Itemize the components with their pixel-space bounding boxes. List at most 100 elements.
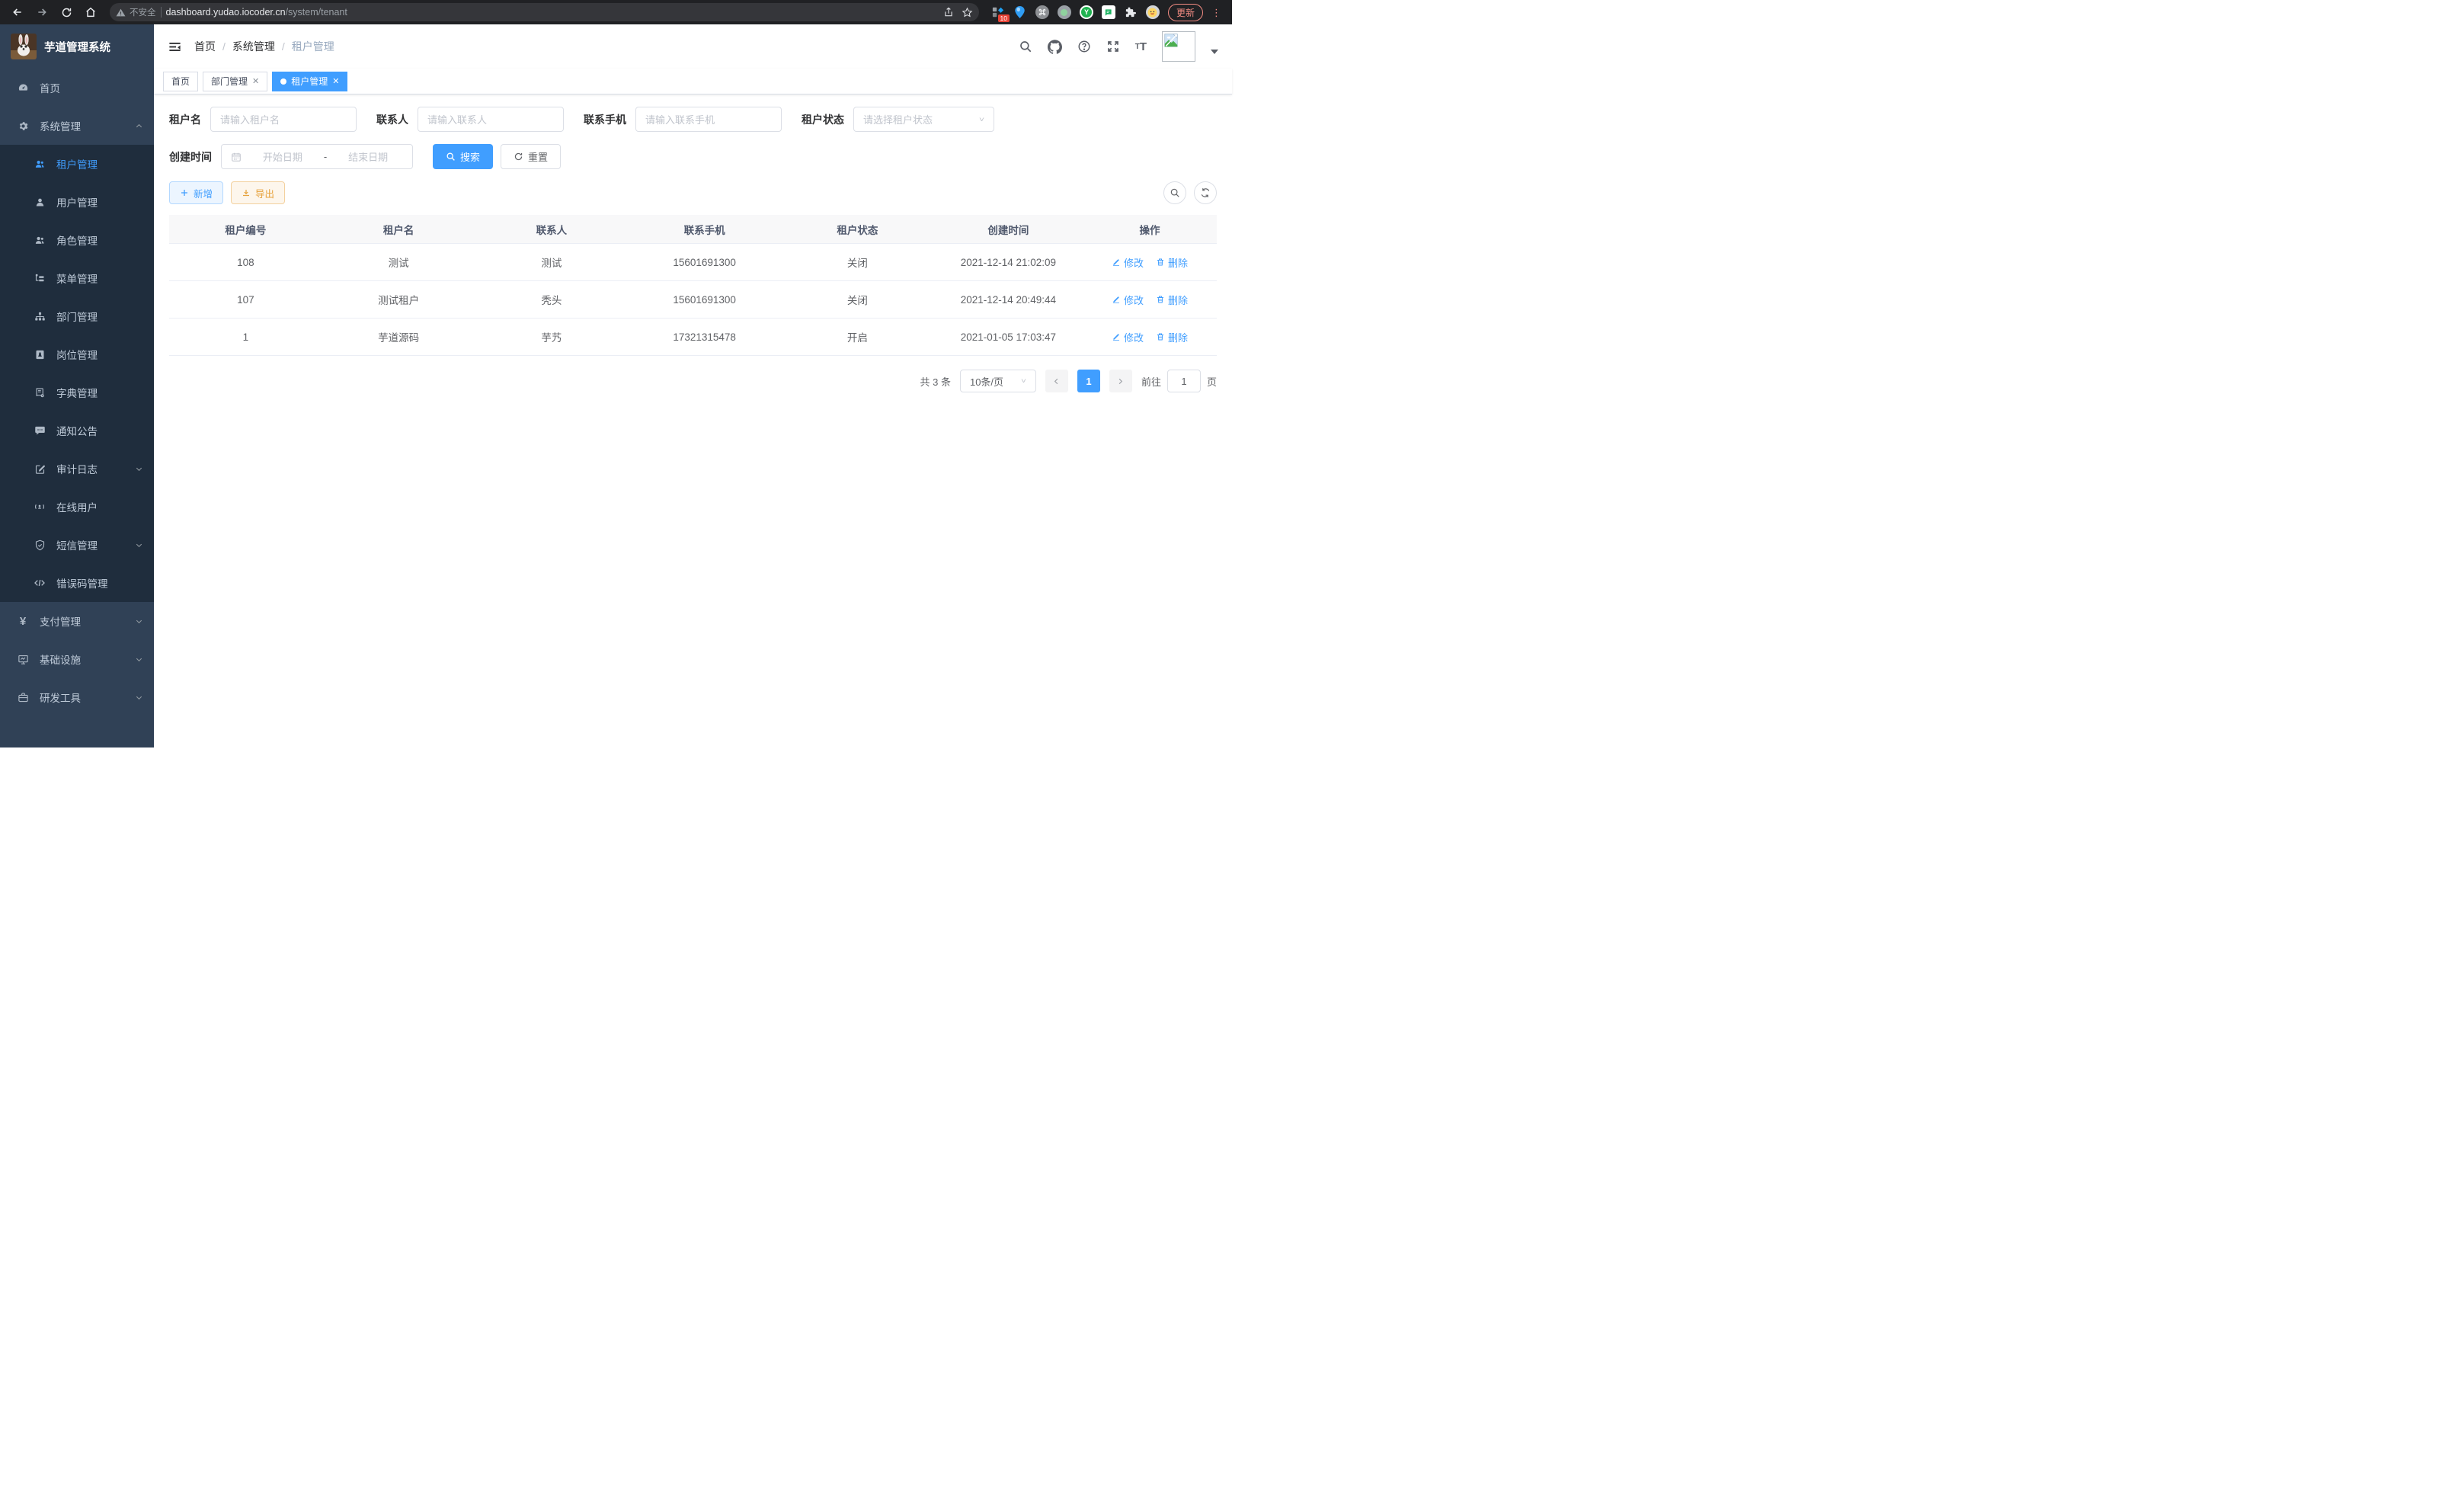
sidebar-item-notice[interactable]: 通知公告 bbox=[0, 411, 154, 450]
profile-avatar-icon[interactable] bbox=[1146, 5, 1160, 19]
command-extension-icon[interactable] bbox=[1035, 5, 1049, 19]
goto-page-input[interactable]: 1 bbox=[1167, 370, 1201, 392]
delete-link[interactable]: 删除 bbox=[1156, 255, 1188, 270]
recorder-extension-icon[interactable] bbox=[1058, 5, 1071, 19]
fullscreen-icon[interactable] bbox=[1106, 40, 1120, 53]
export-button[interactable]: 导出 bbox=[231, 181, 285, 204]
breadcrumb-separator: / bbox=[222, 40, 226, 53]
browser-menu-icon[interactable]: ⋮ bbox=[1211, 8, 1221, 18]
tab-tenant[interactable]: 租户管理✕ bbox=[272, 72, 347, 91]
bookmark-star-icon[interactable] bbox=[962, 7, 973, 18]
tab-dept[interactable]: 部门管理✕ bbox=[203, 72, 267, 91]
prev-page-button[interactable] bbox=[1045, 370, 1068, 392]
home-icon bbox=[85, 6, 97, 18]
search-button[interactable]: 搜索 bbox=[433, 144, 493, 169]
date-separator: - bbox=[324, 151, 327, 162]
sidebar-item-sms[interactable]: 短信管理 bbox=[0, 526, 154, 564]
chevron-down-icon bbox=[135, 617, 143, 626]
pin-extension-icon[interactable] bbox=[1013, 5, 1027, 19]
sidebar-item-dict[interactable]: 字典管理 bbox=[0, 373, 154, 411]
yudao-extension-icon[interactable]: Y bbox=[1080, 5, 1093, 19]
close-icon[interactable]: ✕ bbox=[332, 76, 339, 86]
sidebar-item-payment[interactable]: ¥ 支付管理 bbox=[0, 602, 154, 640]
edit-icon bbox=[1112, 295, 1121, 304]
sidebar-item-user[interactable]: 用户管理 bbox=[0, 183, 154, 221]
filter-contact: 联系人 请输入联系人 bbox=[376, 107, 564, 132]
avatar-dropdown-caret[interactable] bbox=[1211, 50, 1218, 54]
edit-link[interactable]: 修改 bbox=[1112, 255, 1144, 270]
edit-icon bbox=[1112, 258, 1121, 267]
user-avatar[interactable] bbox=[1162, 31, 1195, 62]
contact-input[interactable]: 请输入联系人 bbox=[418, 107, 564, 132]
browser-home-button[interactable] bbox=[81, 2, 101, 22]
tenant-name-input[interactable]: 请输入租户名 bbox=[210, 107, 357, 132]
sidebar-item-system[interactable]: 系统管理 bbox=[0, 107, 154, 145]
download-icon bbox=[242, 188, 251, 197]
delete-link[interactable]: 删除 bbox=[1156, 293, 1188, 307]
toggle-search-button[interactable] bbox=[1163, 181, 1186, 204]
next-page-button[interactable] bbox=[1109, 370, 1132, 392]
status-text: 开启 bbox=[781, 329, 934, 344]
filter-row-2: 创建时间 开始日期 - 结束日期 搜索 重置 bbox=[169, 144, 1217, 169]
sidebar-item-online-users[interactable]: 在线用户 bbox=[0, 488, 154, 526]
breadcrumb-home[interactable]: 首页 bbox=[194, 39, 216, 54]
sidebar-item-infrastructure[interactable]: 基础设施 bbox=[0, 640, 154, 678]
help-icon[interactable] bbox=[1077, 40, 1091, 53]
share-icon[interactable] bbox=[943, 7, 954, 18]
github-icon[interactable] bbox=[1048, 40, 1062, 54]
dashboard-icon bbox=[17, 82, 29, 94]
app-logo-row[interactable]: 芋道管理系统 bbox=[0, 24, 154, 69]
browser-reload-button[interactable] bbox=[56, 2, 76, 22]
url-bar[interactable]: 不安全 dashboard.yudao.iocoder.cn/system/te… bbox=[110, 3, 979, 21]
omnibox-divider bbox=[161, 7, 162, 18]
trash-icon bbox=[1156, 258, 1165, 267]
filter-row-1: 租户名 请输入租户名 联系人 请输入联系人 联系手机 请输入联系手机 租户状态 … bbox=[169, 107, 1217, 132]
chat-extension-icon[interactable] bbox=[1102, 5, 1115, 19]
tree-menu-icon bbox=[34, 272, 46, 284]
sidebar-item-post[interactable]: 岗位管理 bbox=[0, 335, 154, 373]
add-button[interactable]: 新增 bbox=[169, 181, 223, 204]
status-select[interactable]: 请选择租户状态˅ bbox=[853, 107, 994, 132]
page-number-button[interactable]: 1 bbox=[1077, 370, 1100, 392]
header-search-icon[interactable] bbox=[1019, 40, 1032, 53]
sidebar-item-audit-log[interactable]: 审计日志 bbox=[0, 450, 154, 488]
goto-label: 前往 bbox=[1141, 374, 1161, 389]
sidebar-item-role[interactable]: 角色管理 bbox=[0, 221, 154, 259]
tab-home[interactable]: 首页 bbox=[163, 72, 198, 91]
table-row[interactable]: 1 芋道源码 芋艿 17321315478 开启 2021-01-05 17:0… bbox=[169, 319, 1217, 356]
font-size-icon[interactable]: TT bbox=[1135, 40, 1147, 53]
sidebar-collapse-button[interactable] bbox=[168, 40, 182, 54]
sidebar-item-error-code[interactable]: 错误码管理 bbox=[0, 564, 154, 602]
edit-link[interactable]: 修改 bbox=[1112, 330, 1144, 344]
security-indicator[interactable]: 不安全 bbox=[116, 6, 156, 18]
extension-badge: 10 bbox=[998, 14, 1010, 23]
sidebar-item-menu[interactable]: 菜单管理 bbox=[0, 259, 154, 297]
chevron-down-icon bbox=[135, 655, 143, 664]
tab-manager-extension-icon[interactable]: 10 bbox=[991, 5, 1005, 19]
edit-link[interactable]: 修改 bbox=[1112, 293, 1144, 307]
sidebar-item-dev-tools[interactable]: 研发工具 bbox=[0, 678, 154, 716]
sidebar-item-dept[interactable]: 部门管理 bbox=[0, 297, 154, 335]
sidebar-item-tenant[interactable]: 租户管理 bbox=[0, 145, 154, 183]
breadcrumb-system[interactable]: 系统管理 bbox=[232, 39, 275, 54]
search-icon bbox=[446, 152, 456, 162]
active-tab-dot bbox=[280, 78, 286, 85]
date-end-placeholder: 结束日期 bbox=[333, 149, 403, 164]
breadcrumb-current: 租户管理 bbox=[292, 39, 334, 54]
table-row[interactable]: 107 测试租户 秃头 15601691300 关闭 2021-12-14 20… bbox=[169, 281, 1217, 319]
page-size-select[interactable]: 10条/页˅ bbox=[960, 370, 1036, 392]
refresh-table-button[interactable] bbox=[1194, 181, 1217, 204]
date-range-picker[interactable]: 开始日期 - 结束日期 bbox=[221, 144, 413, 169]
delete-link[interactable]: 删除 bbox=[1156, 330, 1188, 344]
reset-button[interactable]: 重置 bbox=[501, 144, 561, 169]
table-header-row: 租户编号 租户名 联系人 联系手机 租户状态 创建时间 操作 bbox=[169, 215, 1217, 244]
browser-update-button[interactable]: 更新 bbox=[1168, 4, 1203, 21]
browser-back-button[interactable] bbox=[8, 2, 27, 22]
users-icon bbox=[34, 158, 46, 170]
browser-forward-button[interactable] bbox=[32, 2, 52, 22]
table-row[interactable]: 108 测试 测试 15601691300 关闭 2021-12-14 21:0… bbox=[169, 244, 1217, 281]
close-icon[interactable]: ✕ bbox=[252, 76, 259, 86]
mobile-input[interactable]: 请输入联系手机 bbox=[635, 107, 782, 132]
extensions-puzzle-icon[interactable] bbox=[1124, 5, 1138, 19]
sidebar-item-home[interactable]: 首页 bbox=[0, 69, 154, 107]
